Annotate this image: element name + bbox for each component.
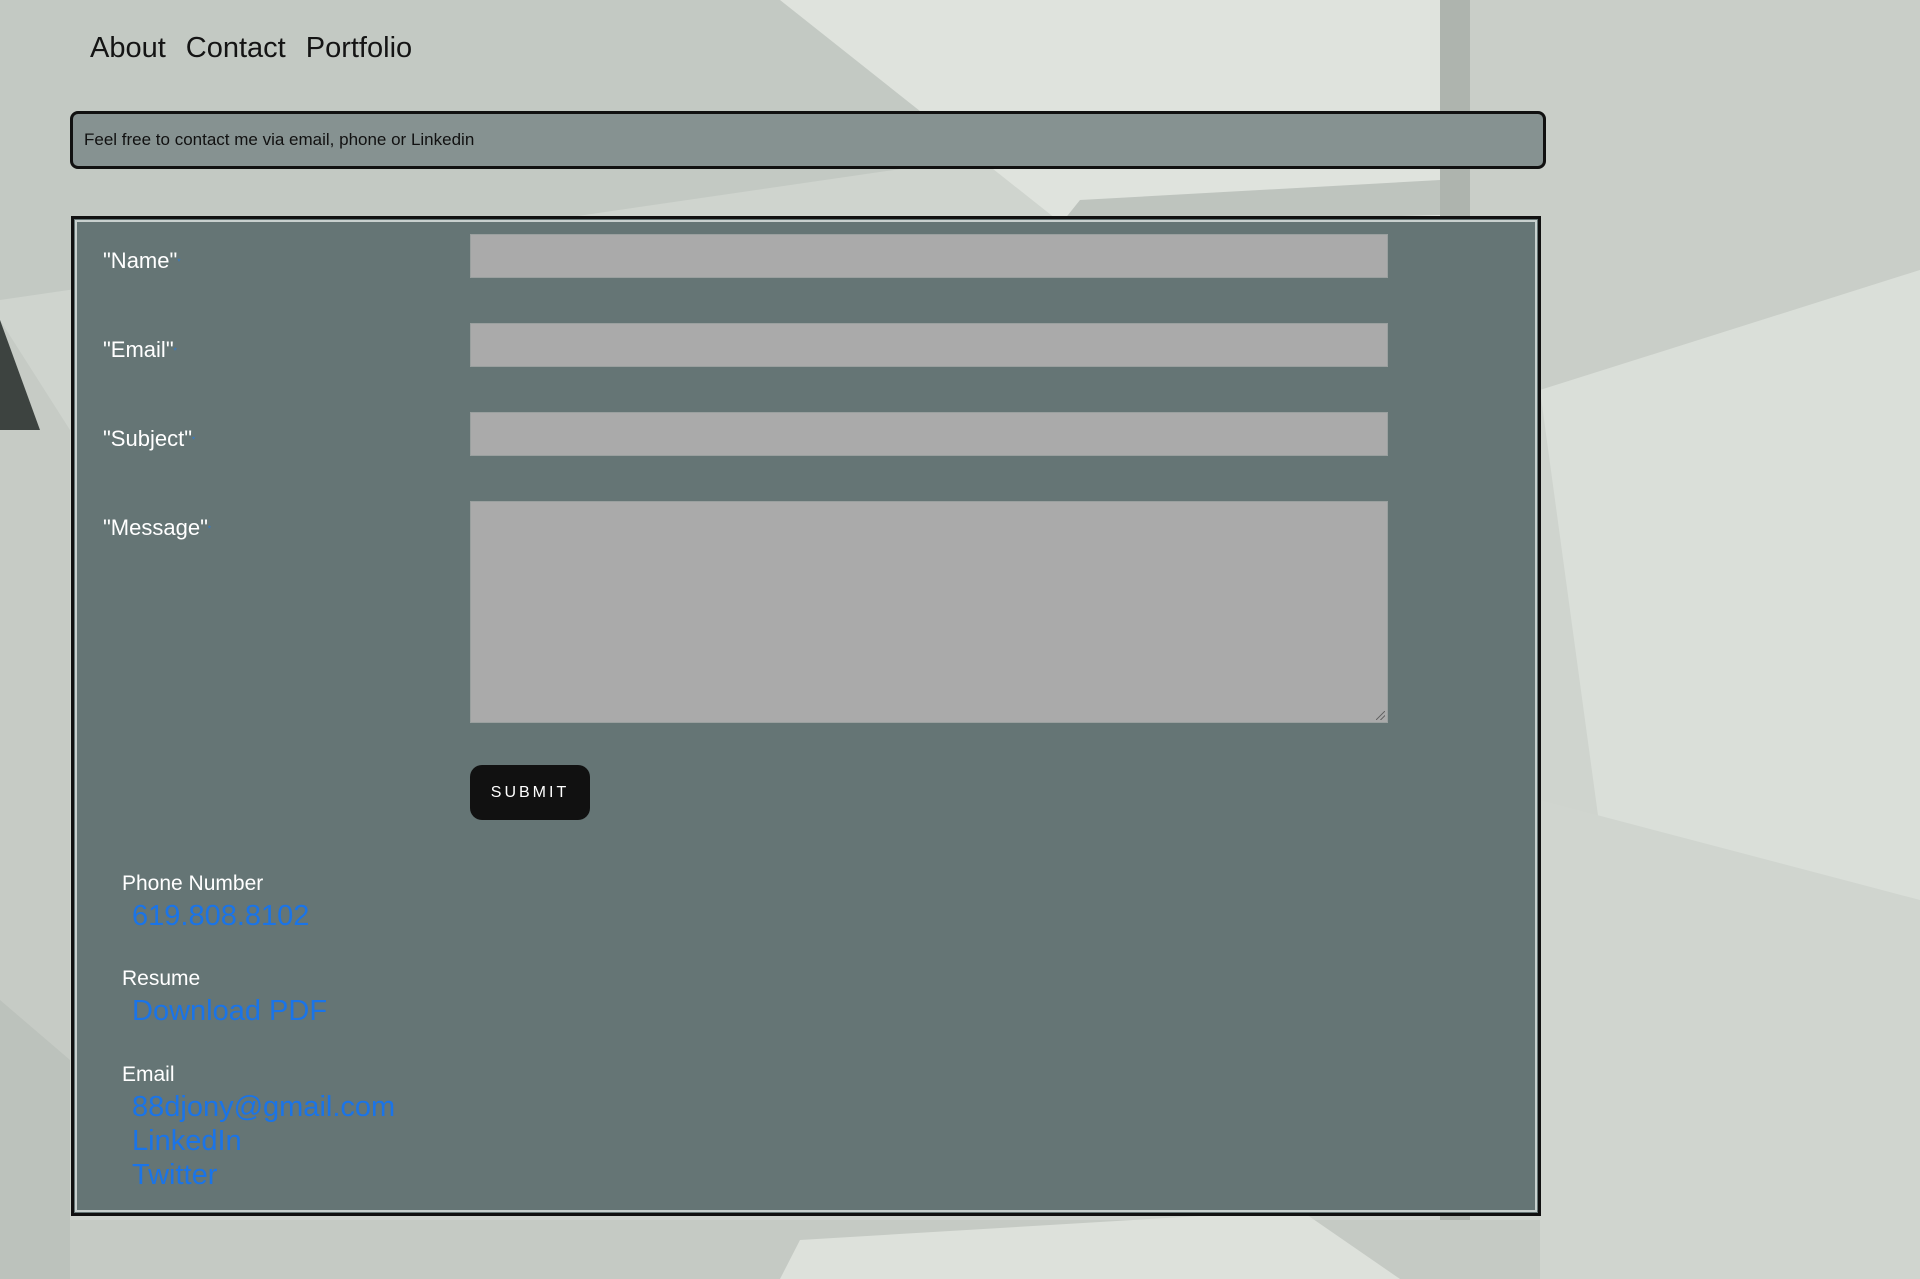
- name-field[interactable]: [470, 234, 1388, 278]
- name-label-text: "Name": [103, 248, 178, 273]
- nav-about-link[interactable]: About: [90, 32, 166, 65]
- name-label: "Name"*: [103, 248, 180, 274]
- message-label: "Message"*: [103, 515, 211, 541]
- resize-handle-icon[interactable]: [1376, 711, 1385, 720]
- linkedin-link[interactable]: LinkedIn: [132, 1125, 242, 1158]
- phone-link[interactable]: 619.808.8102: [132, 900, 309, 933]
- email-label-text: "Email": [103, 337, 174, 362]
- subject-field[interactable]: [470, 412, 1388, 456]
- required-marker: *: [207, 524, 212, 534]
- email-heading: Email: [122, 1063, 175, 1086]
- resume-download-link[interactable]: Download PDF: [132, 995, 327, 1028]
- intro-banner: Feel free to contact me via email, phone…: [70, 111, 1546, 169]
- email-label: "Email"*: [103, 337, 177, 363]
- required-marker: *: [192, 435, 196, 445]
- email-link[interactable]: 88djony@gmail.com: [132, 1091, 395, 1124]
- submit-button[interactable]: SUBMIT: [470, 765, 590, 820]
- resume-heading: Resume: [122, 967, 201, 990]
- nav-portfolio-link[interactable]: Portfolio: [306, 32, 412, 65]
- contact-form-panel: "Name"* "Email"* "Subject"* "Message"* S…: [71, 216, 1541, 1216]
- top-navigation: About Contact Portfolio: [90, 32, 412, 65]
- twitter-link[interactable]: Twitter: [132, 1159, 217, 1192]
- subject-label: "Subject"*: [103, 426, 195, 452]
- required-marker: *: [173, 346, 177, 356]
- email-field[interactable]: [470, 323, 1388, 367]
- phone-heading: Phone Number: [122, 872, 264, 895]
- nav-contact-link[interactable]: Contact: [186, 32, 286, 65]
- required-marker: *: [177, 257, 181, 267]
- subject-label-text: "Subject": [103, 426, 192, 451]
- intro-text: Feel free to contact me via email, phone…: [84, 130, 475, 149]
- message-textarea[interactable]: [470, 501, 1388, 723]
- message-label-text: "Message": [103, 515, 208, 540]
